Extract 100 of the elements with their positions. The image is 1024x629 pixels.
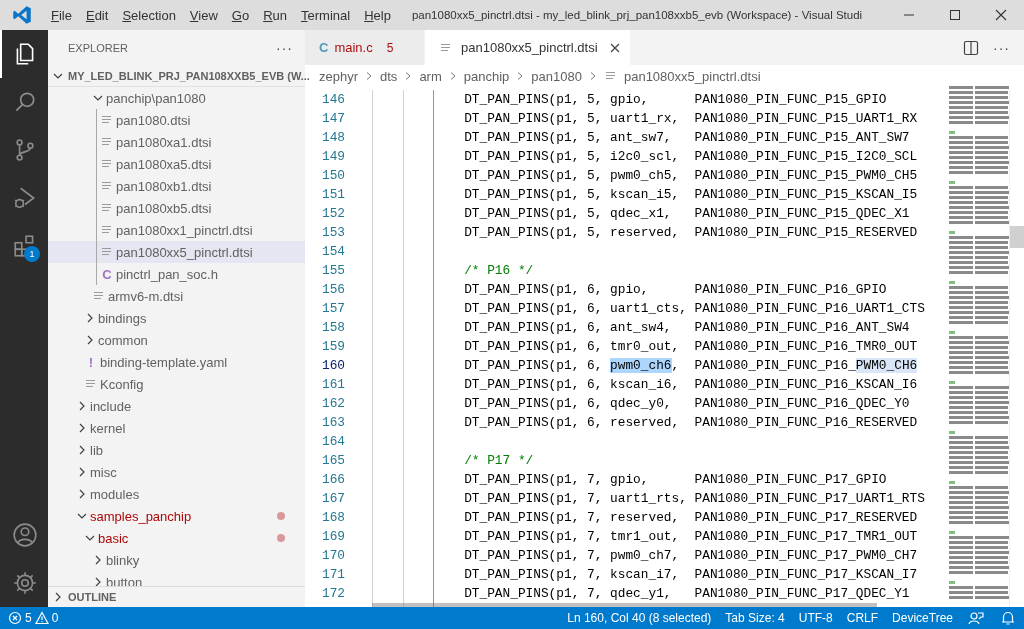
app-logo-icon [12, 5, 32, 25]
menu-item[interactable]: Run [256, 7, 295, 23]
line-number: 150 [320, 167, 346, 185]
settings-icon[interactable] [12, 570, 38, 596]
tree-item[interactable]: button [48, 571, 305, 586]
window-title: pan1080xx5_pinctrl.dtsi - my_led_blink_prj_pan108xxb5_evb (Workspace) - Visual Studi [411, 9, 863, 21]
tree-item[interactable]: ! binding-template.yaml [48, 351, 305, 373]
code-line: DT_PAN_PINS(p1, 5, uart1_rx, PAN1080_PIN_FUNC_P15_UART1_RX [464, 111, 918, 126]
line-number: 167 [320, 490, 346, 508]
line-number: 160 [320, 357, 346, 375]
tree-item[interactable]: include [48, 395, 305, 417]
close-icon[interactable] [995, 9, 1007, 21]
breadcrumb-item[interactable]: zephyr [319, 68, 359, 84]
tree-item[interactable]: pan1080xa1.dtsi [48, 131, 305, 153]
file-icon [439, 41, 453, 54]
line-number: 156 [320, 281, 346, 299]
code-line: DT_PAN_PINS(p1, 6, gpio, PAN1080_PIN_FUNC_P16_GPIO [464, 282, 887, 297]
line-number: 161 [320, 376, 346, 394]
line-number: 170 [320, 547, 346, 565]
menu-item[interactable]: Edit [78, 7, 116, 23]
tree-item[interactable]: blinky [48, 549, 305, 571]
editor-tab[interactable]: pan1080xx5_pinctrl.dtsi [425, 30, 631, 65]
tree-item[interactable]: misc [48, 461, 305, 483]
tree-item[interactable]: Kconfig [48, 373, 305, 395]
more-actions-button[interactable]: ··· [993, 39, 1010, 56]
line-number: 163 [320, 414, 346, 432]
split-editor-icon[interactable] [963, 39, 979, 56]
menu-item[interactable]: Selection [115, 7, 183, 23]
file-icon [100, 202, 114, 214]
panel-title: EXPLORER [68, 41, 128, 54]
line-number: 151 [320, 186, 346, 204]
tree-item[interactable]: pan1080xx5_pinctrl.dtsi [48, 241, 305, 263]
tree-item[interactable]: bindings [48, 307, 305, 329]
menu-item[interactable]: Help [357, 7, 398, 23]
code-line: DT_PAN_PINS(p1, 7, pwm0_ch7, PAN1080_PIN_FUNC_P17_PWM0_CH7 [464, 548, 918, 563]
line-number: 146 [320, 91, 346, 109]
close-icon[interactable] [609, 42, 620, 53]
line-number: 172 [320, 585, 346, 603]
code-comment: /* P16 */ [464, 263, 534, 278]
tree-item[interactable]: basic [48, 527, 305, 549]
status-item[interactable]: Tab Size: 4 [718, 611, 792, 625]
code-line: DT_PAN_PINS(p1, 6, kscan_i6, PAN1080_PIN_FUNC_P16_KSCAN_I6 [464, 377, 918, 392]
tree-item[interactable]: armv6-m.dtsi [48, 285, 305, 307]
tree-item[interactable]: pan1080xb5.dtsi [48, 197, 305, 219]
line-number: 153 [320, 224, 346, 242]
breadcrumb-item[interactable]: pan1080 [531, 68, 582, 84]
file-icon [100, 180, 114, 192]
horizontal-scrollbar[interactable] [372, 603, 877, 607]
code-line: DT_PAN_PINS(p1, 7, gpio, PAN1080_PIN_FUNC_P17_GPIO [464, 472, 887, 487]
code-line: DT_PAN_PINS(p1, 5, kscan_i5, PAN1080_PIN_FUNC_P15_KSCAN_I5 [464, 187, 918, 202]
tree-item[interactable]: samples_panchip [48, 505, 305, 527]
tree-item[interactable]: lib [48, 439, 305, 461]
tree-item[interactable]: common [48, 329, 305, 351]
code-line: DT_PAN_PINS(p1, 5, gpio, PAN1080_PIN_FUNC_P15_GPIO [464, 92, 887, 107]
account-icon[interactable] [12, 522, 38, 548]
scrollbar-thumb[interactable] [1010, 226, 1024, 248]
notification-bell-icon[interactable] [1000, 610, 1016, 626]
problems-indicator[interactable]: 5 0 [0, 607, 67, 629]
line-number: 147 [320, 110, 346, 128]
breadcrumb-item[interactable]: panchip [463, 68, 510, 84]
menu-item[interactable]: Terminal [294, 7, 358, 23]
code-line: DT_PAN_PINS(p1, 6, reserved, PAN1080_PIN_FUNC_P16_RESERVED [464, 415, 918, 430]
tree-item[interactable]: panchip\pan1080 [48, 87, 305, 109]
line-number: 171 [320, 566, 346, 584]
line-number: 149 [320, 148, 346, 166]
status-item[interactable]: DeviceTree [885, 611, 960, 625]
file-icon [100, 114, 114, 126]
maximize-icon[interactable] [949, 9, 961, 21]
breadcrumb-item[interactable]: arm [419, 68, 442, 84]
more-actions-button[interactable]: ··· [276, 39, 293, 56]
tree-item[interactable]: pan1080xx1_pinctrl.dtsi [48, 219, 305, 241]
status-item[interactable]: Ln 160, Col 40 (8 selected) [560, 611, 719, 625]
tree-item[interactable]: pan1080xb1.dtsi [48, 175, 305, 197]
code-line: DT_PAN_PINS(p1, 7, qdec_y1, PAN1080_PIN_FUNC_P17_QDEC_Y1 [464, 586, 910, 601]
modified-dot [277, 512, 285, 520]
code-line: DT_PAN_PINS(p1, 5, ant_sw7, PAN1080_PIN_FUNC_P15_ANT_SW7 [464, 130, 910, 145]
breadcrumb-item[interactable]: dts [380, 68, 398, 84]
tree-item[interactable]: modules [48, 483, 305, 505]
code-line: DT_PAN_PINS(p1, 6, pwm0_ch6, PAN1080_PIN_FUNC_P16_PWM0_CH6 [464, 358, 918, 373]
tree-item[interactable]: pan1080.dtsi [48, 109, 305, 131]
menu-item[interactable]: View [182, 7, 225, 23]
code-line: DT_PAN_PINS(p1, 5, reserved, PAN1080_PIN_FUNC_P15_RESERVED [464, 225, 918, 240]
file-icon [100, 158, 114, 170]
status-item[interactable]: UTF-8 [791, 611, 840, 625]
breadcrumb-item[interactable]: pan1080xx5_pinctrl.dtsi [623, 68, 761, 84]
tree-item[interactable]: kernel [48, 417, 305, 439]
menu-item[interactable]: File [44, 7, 79, 23]
feedback-icon[interactable] [968, 610, 984, 626]
warning-icon [34, 611, 49, 625]
error-icon [8, 611, 22, 625]
line-number: 155 [320, 262, 346, 280]
status-item[interactable]: CRLF [839, 611, 886, 625]
tree-item[interactable]: pan1080xa5.dtsi [48, 153, 305, 175]
file-icon [100, 224, 114, 236]
tree-item[interactable]: C pinctrl_pan_soc.h [48, 263, 305, 285]
file-icon [603, 70, 618, 82]
menu-item[interactable]: Go [224, 7, 257, 23]
editor-tab[interactable]: C main.c 5 [305, 30, 425, 65]
file-icon [92, 290, 106, 302]
code-line: DT_PAN_PINS(p1, 7, reserved, PAN1080_PIN_FUNC_P17_RESERVED [464, 510, 918, 525]
